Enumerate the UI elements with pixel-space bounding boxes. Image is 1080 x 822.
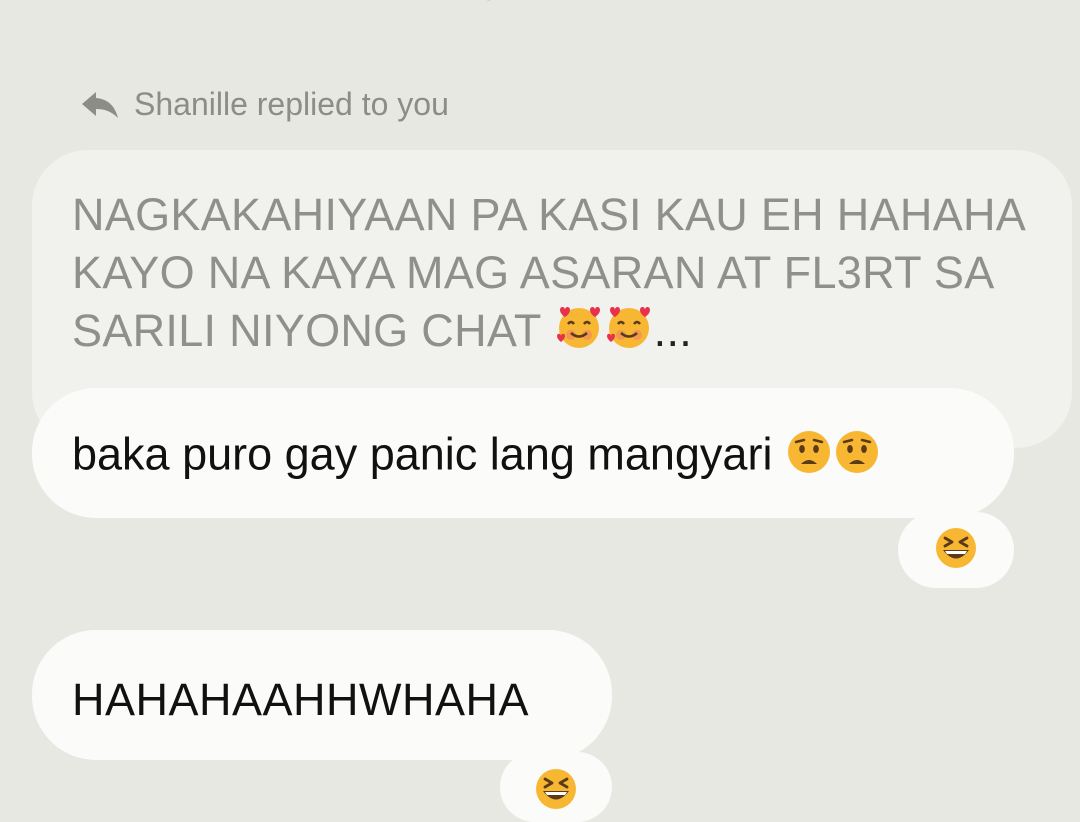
- reply-header: Shanille replied to you: [80, 82, 449, 126]
- worried-face-icon: [833, 428, 881, 487]
- truncation-ellipsis: ...: [653, 305, 693, 356]
- message-reaction[interactable]: [898, 512, 1014, 588]
- message-reaction[interactable]: [500, 752, 612, 822]
- worried-face-icon: [785, 428, 833, 487]
- smiling-face-with-hearts-icon: [554, 302, 604, 366]
- quoted-message: NAGKAKAHIYAAN PA KASI KAU EH HAHAHA KAYO…: [72, 186, 1032, 366]
- quoted-message-text: NAGKAKAHIYAAN PA KASI KAU EH HAHAHA KAYO…: [72, 189, 1024, 356]
- reply-label: Shanille replied to you: [134, 85, 449, 122]
- reply-arrow-icon: [80, 87, 122, 121]
- grinning-squinting-face-icon: [533, 766, 579, 817]
- message-text: HAHAHAAHHWHAHA: [72, 674, 530, 725]
- message-timestamp: 5:14 PM: [0, 0, 1080, 8]
- grinning-squinting-face-icon: [933, 525, 979, 576]
- message-text: baka puro gay panic lang mangyari: [72, 428, 773, 480]
- smiling-face-with-hearts-icon: [604, 302, 654, 366]
- message: baka puro gay panic lang mangyari: [72, 428, 881, 487]
